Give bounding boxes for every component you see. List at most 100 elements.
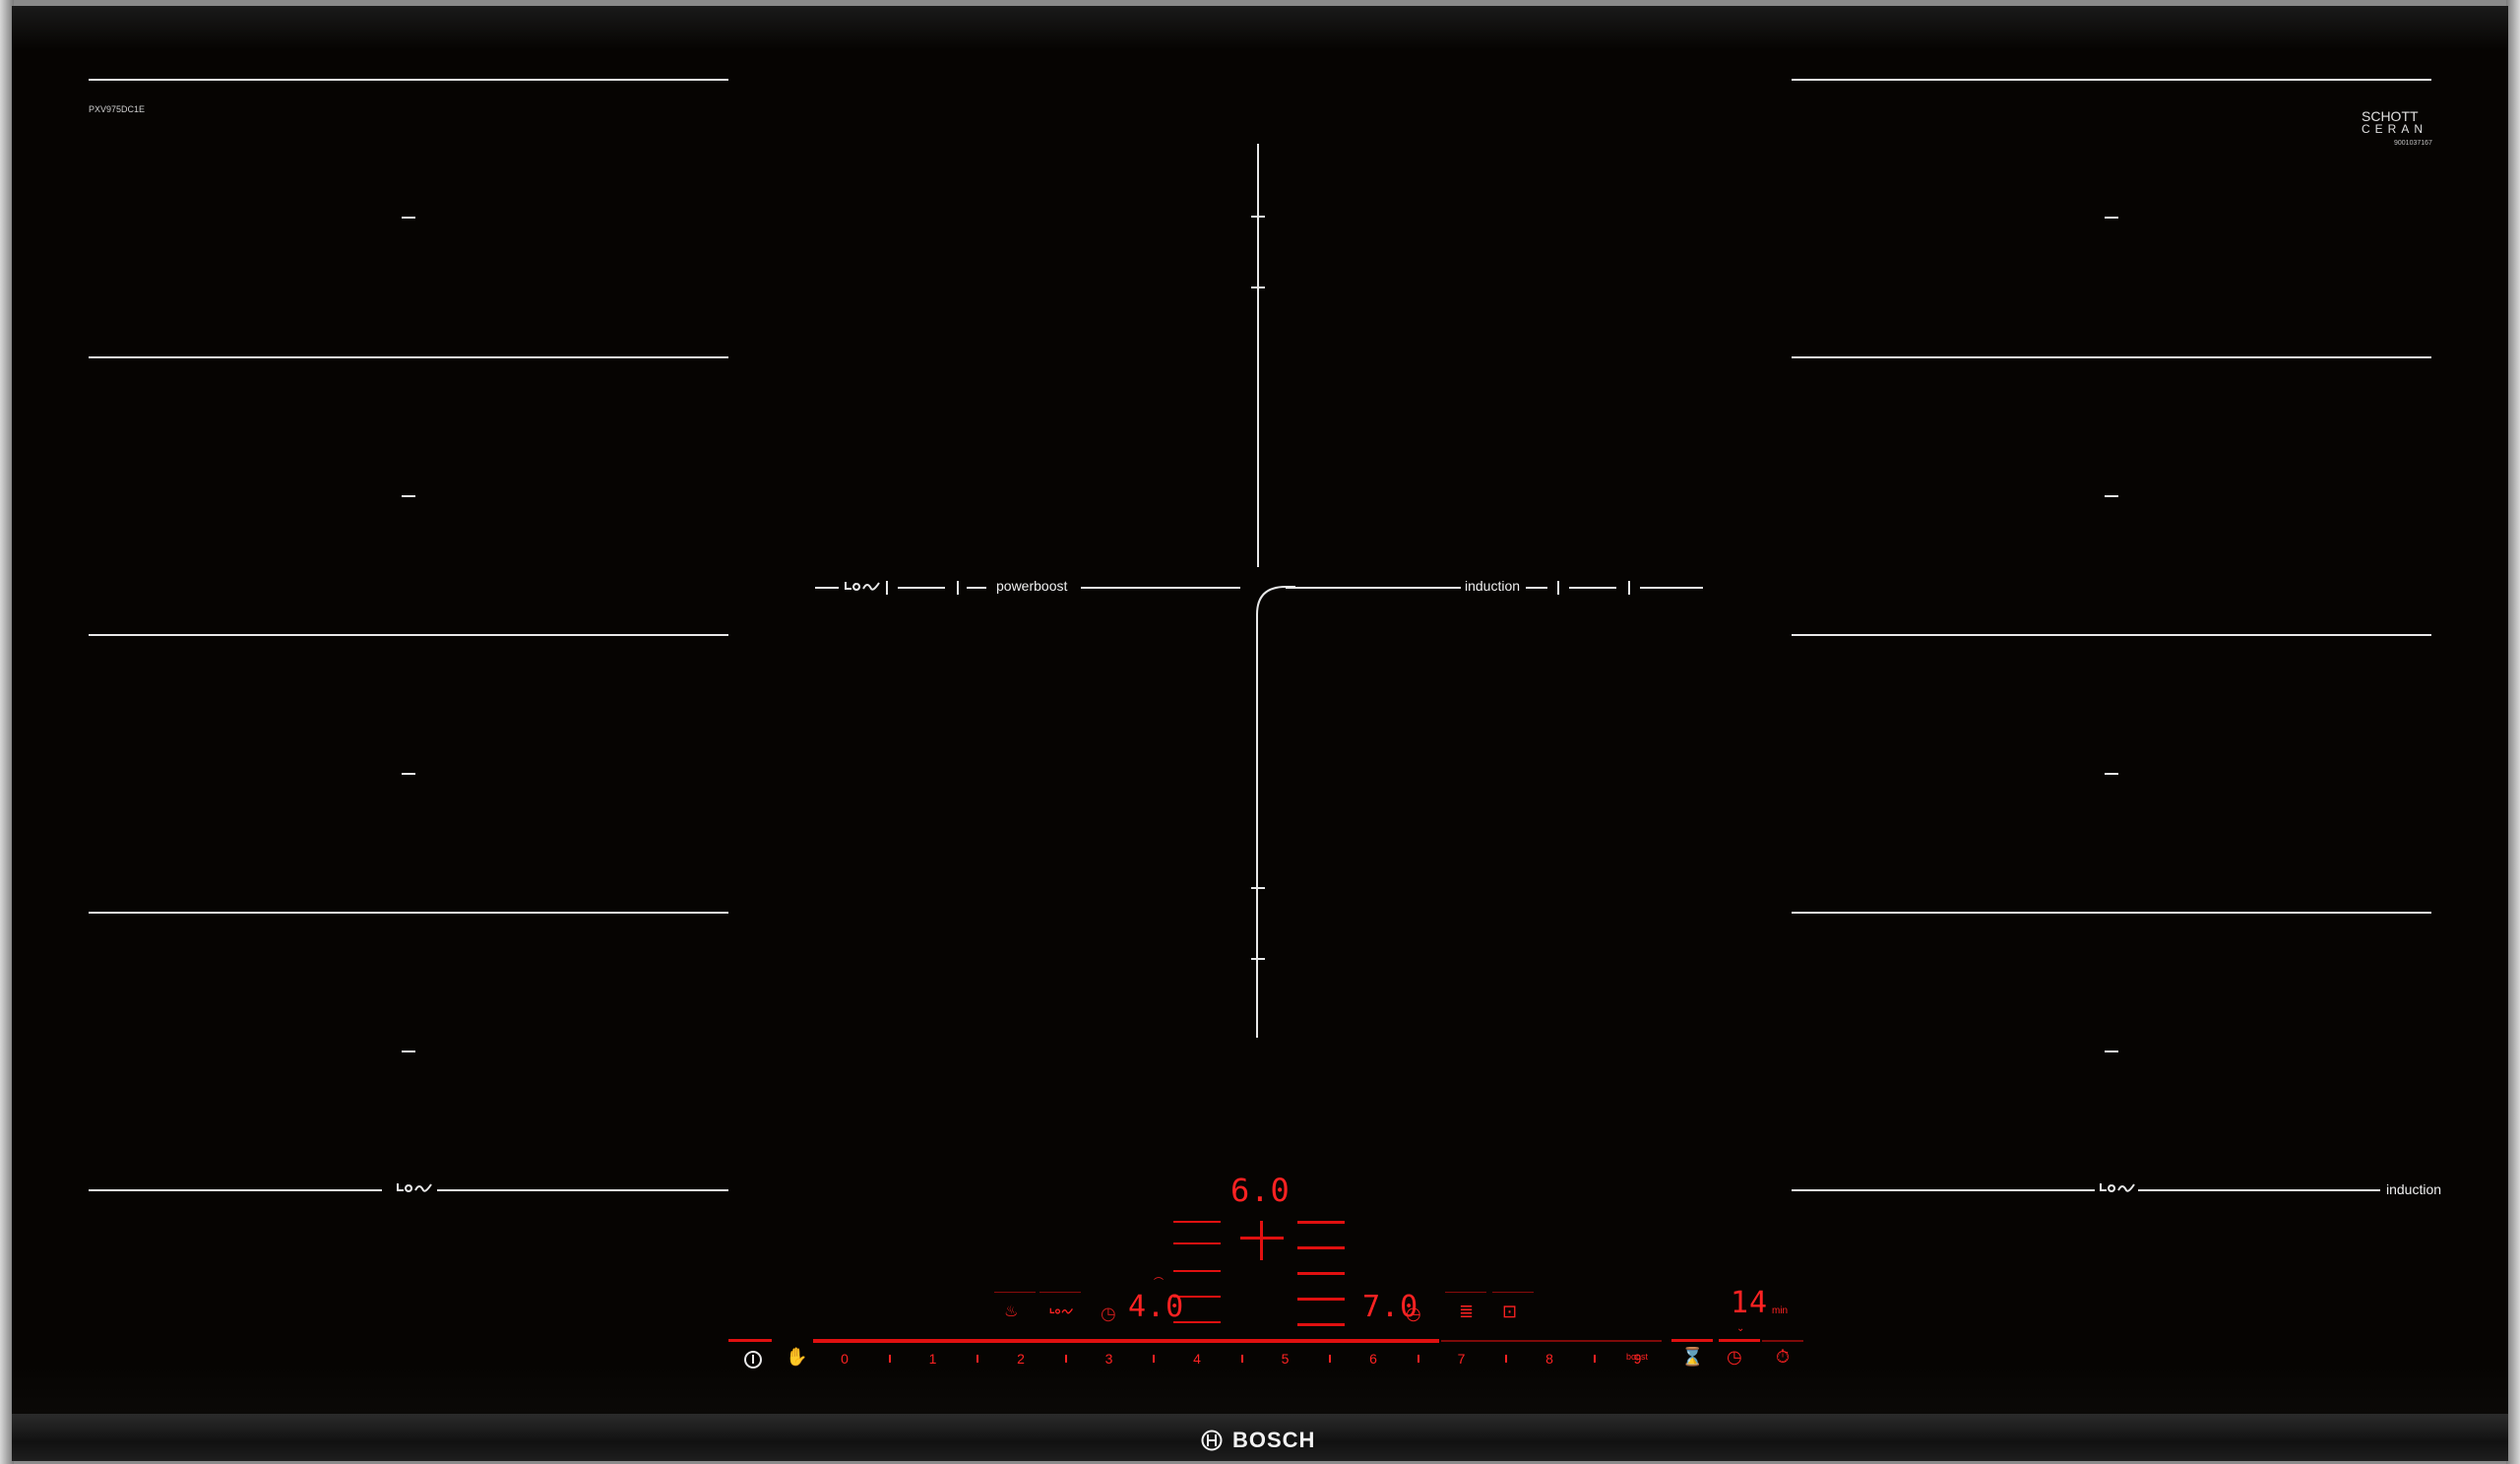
crosshair-vertical bbox=[1260, 1221, 1263, 1260]
center-right-seg-3 bbox=[1569, 587, 1616, 589]
scale-half-step-3[interactable] bbox=[1153, 1355, 1156, 1363]
induction-label: induction bbox=[1465, 578, 1521, 594]
left-zone-marker-4 bbox=[402, 1050, 415, 1052]
center-left-seg-3 bbox=[967, 587, 986, 589]
timer-icon[interactable]: ◷ bbox=[1101, 1304, 1116, 1324]
scale-number-6[interactable]: 6 bbox=[1369, 1351, 1377, 1367]
center-left-seg-2 bbox=[898, 587, 945, 589]
right-zone-line-1 bbox=[1792, 79, 2431, 81]
flex-zone-icon[interactable] bbox=[1049, 1305, 1075, 1317]
level-bar-left-2 bbox=[1173, 1242, 1221, 1244]
brand-name: BOSCH bbox=[1232, 1428, 1316, 1452]
keep-warm-icon[interactable]: ♨ bbox=[1004, 1302, 1018, 1321]
center-right-seg-2 bbox=[1526, 587, 1547, 589]
center-left-bar-2 bbox=[957, 581, 959, 595]
power-button-indicator bbox=[728, 1339, 772, 1342]
level-bar-right-1 bbox=[1297, 1221, 1345, 1224]
flex-zone-icon bbox=[845, 582, 880, 591]
scale-number-2[interactable]: 2 bbox=[1017, 1351, 1025, 1367]
center-upper-tick-2 bbox=[1251, 286, 1265, 288]
pan-icon[interactable]: ⊡ bbox=[1502, 1302, 1517, 1322]
scale-half-step-7[interactable] bbox=[1505, 1355, 1508, 1363]
cooktop: PXV975DC1E SCHOTT CERAN 9001037167 induc… bbox=[0, 0, 2520, 1464]
right-zone-marker-2 bbox=[2105, 495, 2118, 497]
scale-number-3[interactable]: 3 bbox=[1105, 1351, 1113, 1367]
left-zone-marker-3 bbox=[402, 773, 415, 775]
center-corner-curve bbox=[1256, 586, 1295, 1038]
level-bar-right-3 bbox=[1297, 1272, 1345, 1275]
btn-underline-1 bbox=[994, 1292, 1036, 1293]
right-zone-induction-label: induction bbox=[2386, 1181, 2442, 1197]
scale-number-1[interactable]: 1 bbox=[929, 1351, 937, 1367]
main-power-level-display: 6.0 bbox=[1230, 1172, 1291, 1209]
right-zone-marker-3 bbox=[2105, 773, 2118, 775]
powerboost-label: powerboost bbox=[996, 578, 1068, 594]
scale-half-step-1[interactable] bbox=[976, 1355, 979, 1363]
cook-sensor-icon[interactable]: ◷ bbox=[1406, 1304, 1421, 1324]
bosch-logo: BOSCH bbox=[1201, 1426, 1315, 1455]
right-zone-line-5b bbox=[2138, 1189, 2380, 1191]
level-bar-right-5 bbox=[1297, 1323, 1345, 1326]
scale-half-step-8[interactable] bbox=[1593, 1355, 1596, 1363]
stopwatch-icon[interactable]: ⏱ bbox=[1776, 1347, 1790, 1368]
power-slider-track bbox=[1441, 1340, 1662, 1342]
btn-underline-2 bbox=[1040, 1292, 1081, 1293]
left-zone-line-4 bbox=[89, 912, 728, 914]
bosch-logo-icon bbox=[1201, 1430, 1223, 1451]
right-zone-marker-4 bbox=[2105, 1050, 2118, 1052]
scale-half-step-5[interactable] bbox=[1329, 1355, 1332, 1363]
right-zone-line-4 bbox=[1792, 912, 2431, 914]
center-left-seg-4 bbox=[1081, 587, 1240, 589]
center-left-bar-1 bbox=[886, 581, 888, 595]
scale-half-step-4[interactable] bbox=[1240, 1355, 1243, 1363]
hourglass-icon[interactable]: ⌛ bbox=[1681, 1347, 1703, 1368]
timer-indicator-line-2 bbox=[1719, 1339, 1760, 1342]
left-zone-line-2 bbox=[89, 356, 728, 358]
frying-sensor-icon[interactable]: ≣ bbox=[1459, 1302, 1474, 1322]
left-zone-marker-1 bbox=[402, 217, 415, 219]
scale-number-7[interactable]: 7 bbox=[1458, 1351, 1466, 1367]
ceramic-glass-surface: PXV975DC1E SCHOTT CERAN 9001037167 induc… bbox=[12, 6, 2508, 1414]
right-zone-line-2 bbox=[1792, 356, 2431, 358]
model-number: PXV975DC1E bbox=[89, 104, 146, 114]
power-slider-fill bbox=[813, 1339, 1439, 1343]
scale-half-step-6[interactable] bbox=[1417, 1355, 1419, 1363]
ceran-brand: CERAN bbox=[2362, 122, 2428, 136]
scale-number-4[interactable]: 4 bbox=[1193, 1351, 1201, 1367]
timer-unit: min bbox=[1772, 1305, 1789, 1316]
level-bar-left-1 bbox=[1173, 1221, 1221, 1223]
power-icon[interactable] bbox=[742, 1349, 764, 1370]
glass-code: 9001037167 bbox=[2394, 140, 2432, 147]
left-zone-line-5b bbox=[437, 1189, 728, 1191]
right-zone-marker-1 bbox=[2105, 217, 2118, 219]
timer-indicator-line-3 bbox=[1762, 1340, 1803, 1342]
center-upper-tick-1 bbox=[1251, 216, 1265, 218]
left-zone-line-3 bbox=[89, 634, 728, 636]
left-zone-marker-2 bbox=[402, 495, 415, 497]
boost-button[interactable]: boost bbox=[1626, 1349, 1648, 1363]
scale-half-step-2[interactable] bbox=[1064, 1355, 1067, 1363]
center-lower-tick-2 bbox=[1251, 958, 1265, 960]
center-right-seg-4 bbox=[1640, 587, 1703, 589]
right-zone-line-5a bbox=[1792, 1189, 2095, 1191]
level-bar-right-4 bbox=[1297, 1298, 1345, 1301]
center-right-bar-1 bbox=[1557, 581, 1559, 595]
flex-zone-icon bbox=[2100, 1183, 2135, 1192]
scale-number-0[interactable]: 0 bbox=[841, 1351, 849, 1367]
scale-number-8[interactable]: 8 bbox=[1545, 1351, 1553, 1367]
center-right-seg-1 bbox=[1286, 587, 1461, 589]
right-zone-line-3 bbox=[1792, 634, 2431, 636]
scale-number-5[interactable]: 5 bbox=[1282, 1351, 1290, 1367]
boost-label: boost bbox=[1626, 1352, 1649, 1362]
clock-timer-icon[interactable]: ◷ bbox=[1727, 1347, 1742, 1368]
left-zone-line-5a bbox=[89, 1189, 382, 1191]
scale-half-step-0[interactable] bbox=[888, 1355, 891, 1363]
btn-underline-4 bbox=[1492, 1292, 1534, 1293]
flex-zone-icon bbox=[397, 1183, 432, 1192]
child-lock-icon[interactable]: ✋ bbox=[786, 1347, 807, 1368]
frame-edge-right bbox=[2506, 0, 2520, 1464]
center-left-seg-1 bbox=[815, 587, 839, 589]
boost-indicator-small: ⌒ bbox=[1154, 1278, 1164, 1289]
timer-display: 14 bbox=[1731, 1286, 1769, 1320]
center-vertical-upper bbox=[1257, 144, 1259, 567]
